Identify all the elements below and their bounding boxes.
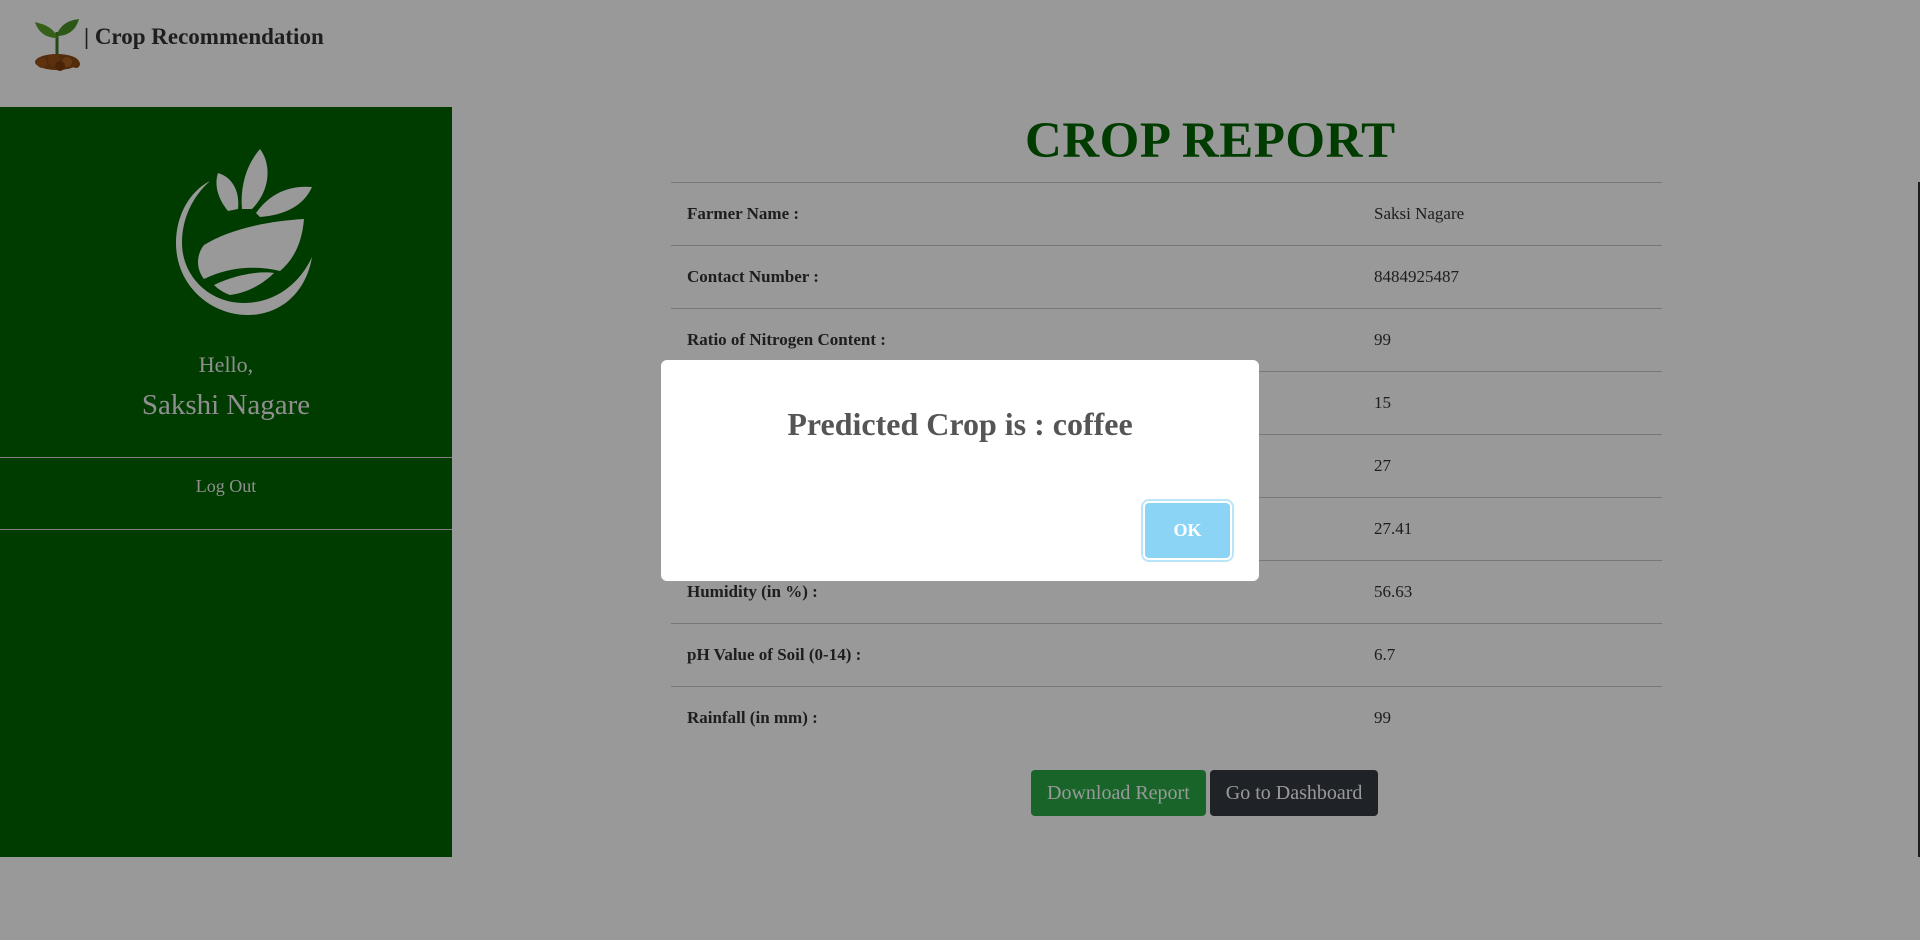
prediction-message: Predicted Crop is : coffee <box>787 406 1133 442</box>
ok-button[interactable]: OK <box>1145 503 1230 558</box>
prediction-dialog: Predicted Crop is : coffee OK <box>661 360 1259 581</box>
